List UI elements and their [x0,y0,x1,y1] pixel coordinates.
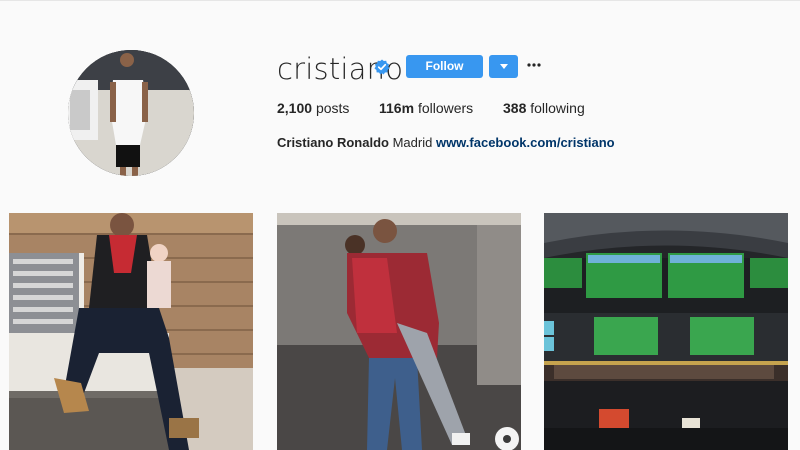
verified-badge-icon [374,59,390,75]
profile-bio: Cristiano Ronaldo Madrid www.facebook.co… [277,135,615,150]
post-image [277,213,521,450]
posts-label: posts [315,100,350,116]
followers-stat[interactable]: 116m followers [379,100,473,116]
top-divider [0,0,800,1]
following-label: following [530,100,585,116]
profile-avatar[interactable] [68,50,194,176]
following-count: 388 [503,100,527,116]
post-thumbnail[interactable] [9,213,253,450]
post-thumbnail[interactable] [277,213,521,450]
posts-count: 2,100 [277,100,313,116]
profile-bio-text: Madrid [392,135,433,150]
post-image [9,213,253,450]
profile-website-link[interactable]: www.facebook.com/cristiano [436,135,615,150]
post-thumbnail[interactable] [544,213,788,450]
follow-button[interactable]: Follow [406,55,483,78]
followers-label: followers [417,100,474,116]
suggestions-dropdown-button[interactable] [489,55,518,78]
followers-count: 116m [379,100,415,116]
chevron-down-icon [500,64,508,69]
more-options-icon [527,63,541,67]
post-image [544,213,788,450]
profile-full-name: Cristiano Ronaldo [277,135,389,150]
posts-stat: 2,100 posts [277,100,349,116]
more-options-button[interactable] [526,58,542,72]
following-stat[interactable]: 388 following [503,100,585,116]
